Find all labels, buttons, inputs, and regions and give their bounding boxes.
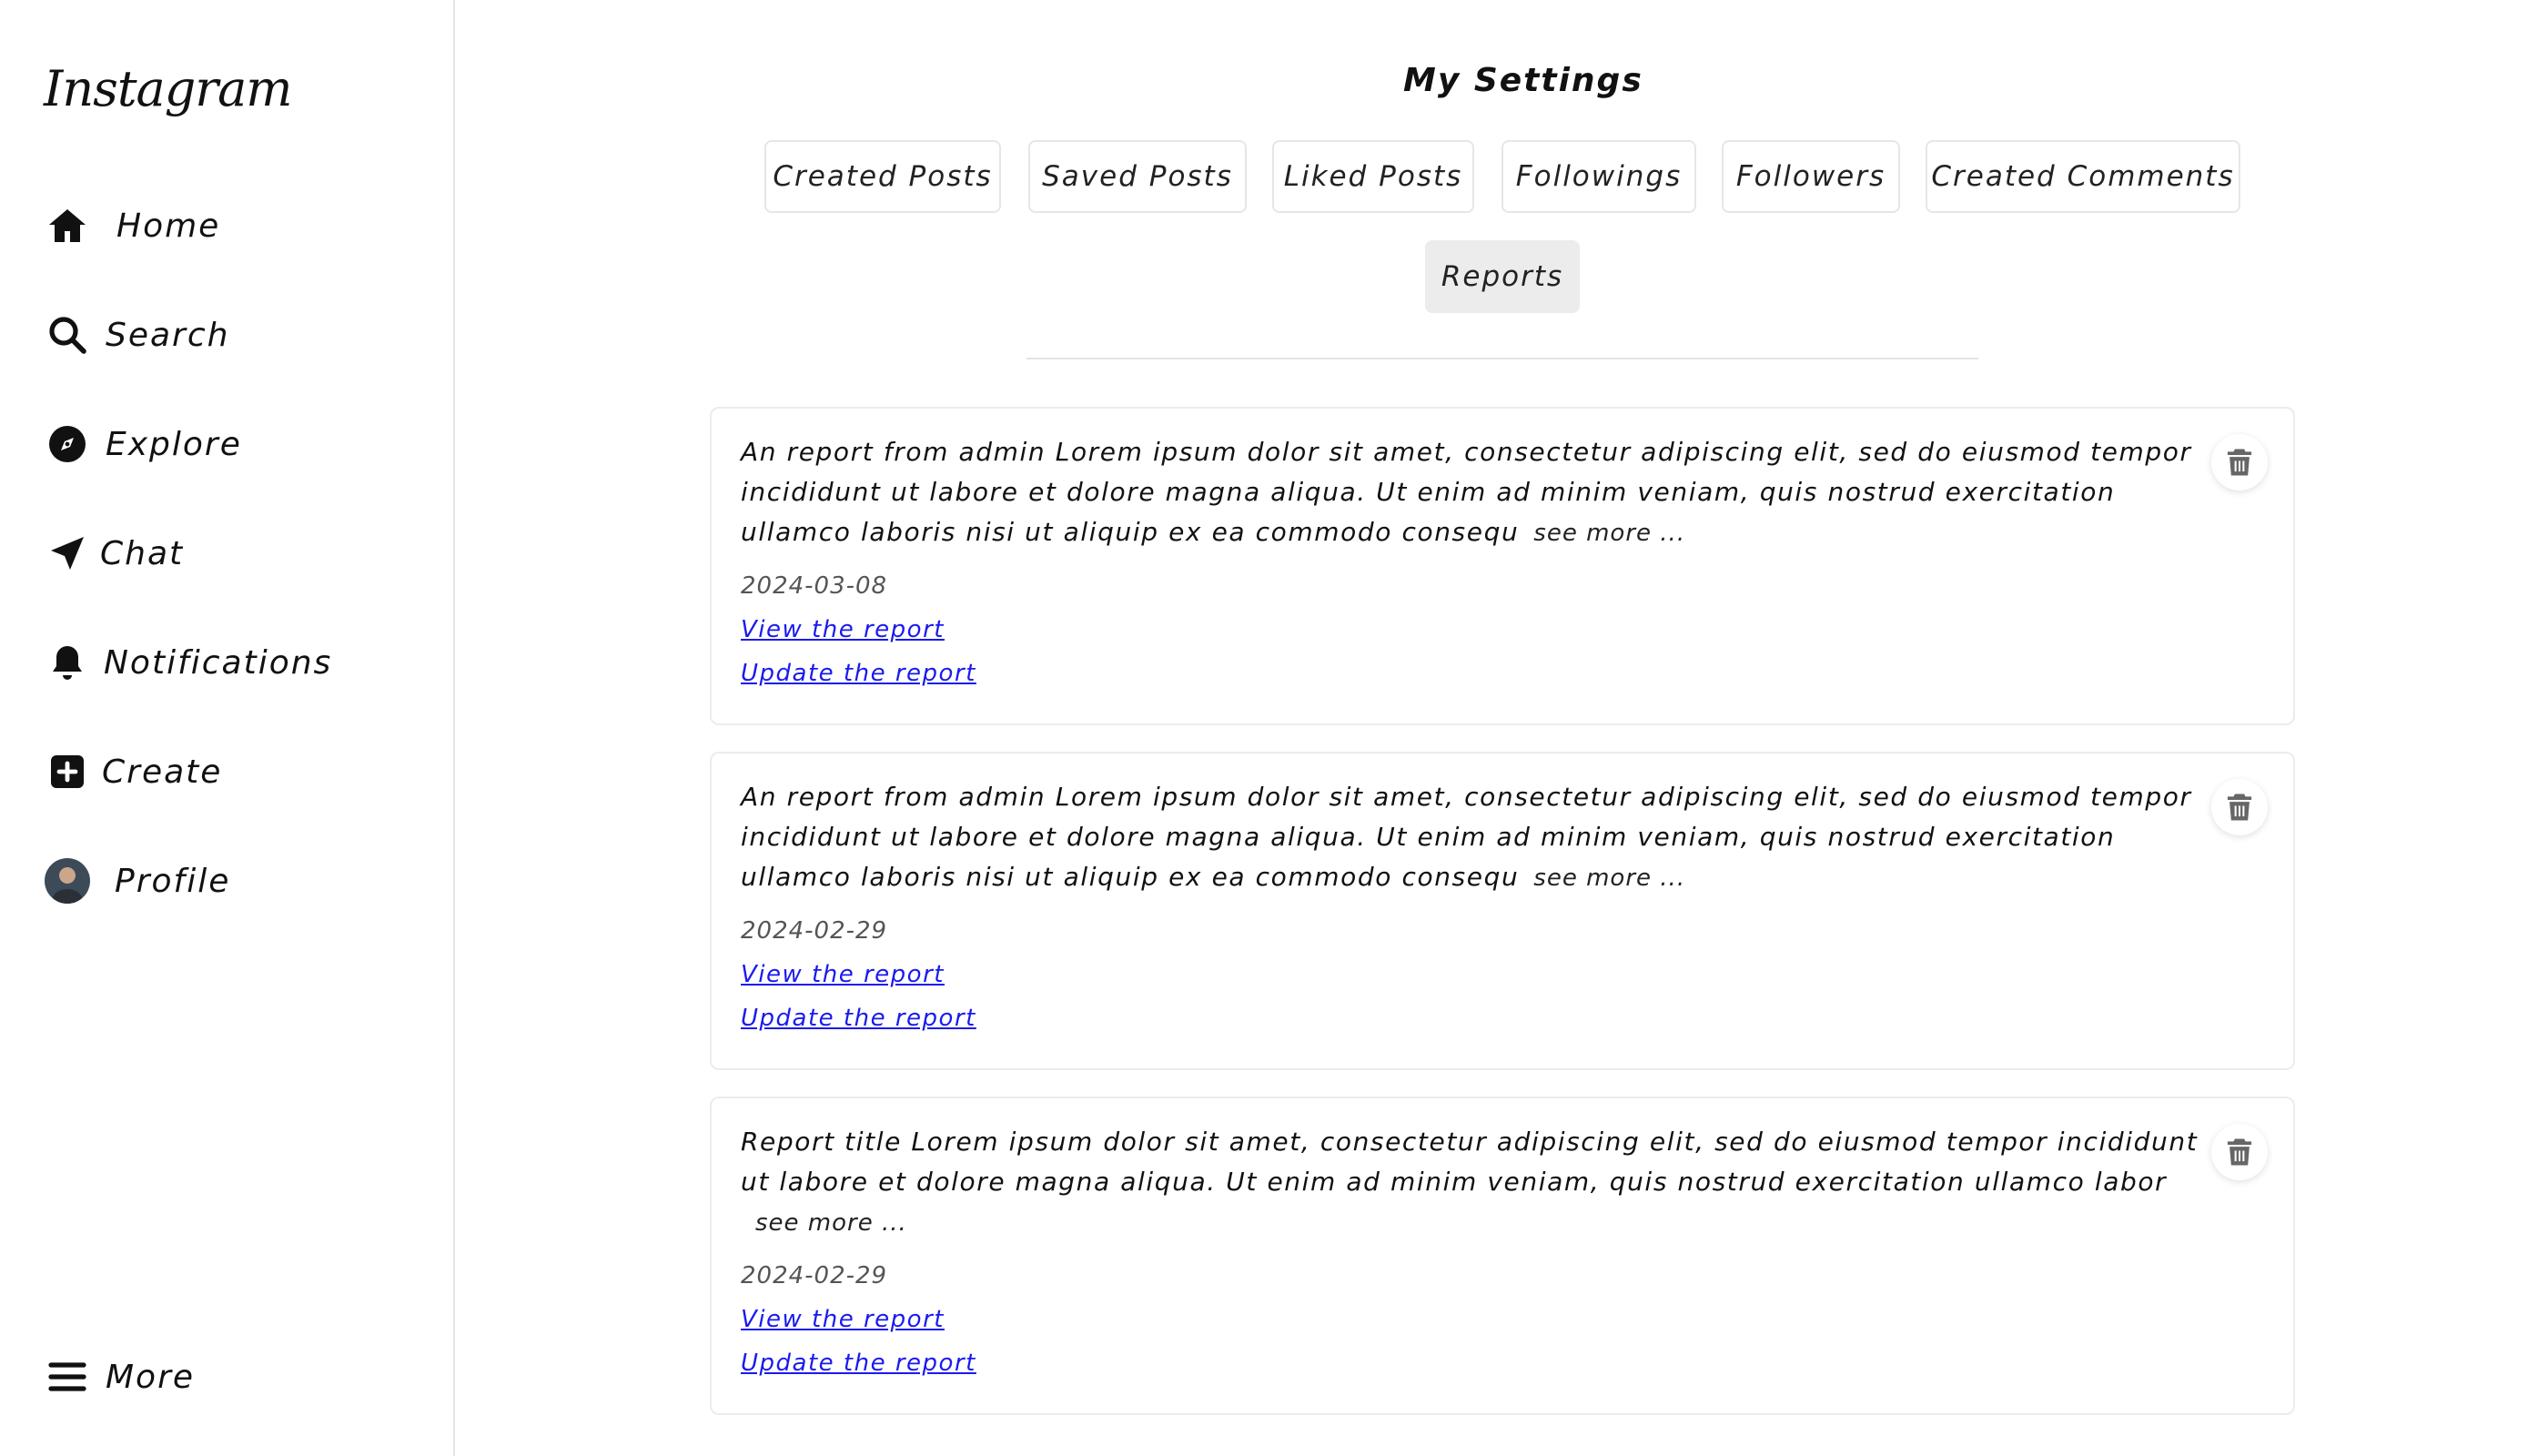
hamburger-icon xyxy=(44,1353,91,1400)
search-icon xyxy=(44,311,91,359)
view-report-link[interactable]: View the report xyxy=(741,616,945,643)
main-content: My Settings Created Posts Saved Posts Li… xyxy=(457,0,2548,1456)
sidebar-item-label: Create xyxy=(102,753,223,791)
see-more-link[interactable]: see more ... xyxy=(755,1209,907,1237)
plus-square-icon xyxy=(44,748,91,795)
report-body: Report title Lorem ipsum dolor sit amet,… xyxy=(741,1127,2199,1197)
sidebar-item-notifications[interactable]: Notifications xyxy=(44,631,332,694)
report-body: An report from admin Lorem ipsum dolor s… xyxy=(741,437,2192,547)
report-card: An report from admin Lorem ipsum dolor s… xyxy=(710,752,2295,1070)
tab-liked-posts[interactable]: Liked Posts xyxy=(1272,140,1474,213)
report-text: Report title Lorem ipsum dolor sit amet,… xyxy=(741,1122,2215,1243)
sidebar-item-more[interactable]: More xyxy=(44,1345,195,1409)
tab-created-comments[interactable]: Created Comments xyxy=(1926,140,2240,213)
report-date: 2024-02-29 xyxy=(741,917,888,945)
sidebar-item-label: Notifications xyxy=(104,643,333,682)
sidebar-item-label: Home xyxy=(116,207,221,245)
view-report-link[interactable]: View the report xyxy=(741,961,945,988)
sidebar-item-chat[interactable]: Chat xyxy=(44,521,184,585)
sidebar-item-profile[interactable]: Profile xyxy=(44,849,230,913)
report-body: An report from admin Lorem ipsum dolor s… xyxy=(741,782,2192,892)
sidebar-item-label: More xyxy=(106,1358,196,1396)
delete-report-button[interactable] xyxy=(2211,1124,2268,1180)
trash-icon xyxy=(2227,1138,2252,1166)
sidebar-item-label: Chat xyxy=(100,534,185,572)
report-card: Report title Lorem ipsum dolor sit amet,… xyxy=(710,1097,2295,1415)
update-report-link[interactable]: Update the report xyxy=(741,1005,976,1032)
tab-reports[interactable]: Reports xyxy=(1425,240,1580,313)
sidebar-item-label: Explore xyxy=(106,425,242,463)
trash-icon xyxy=(2227,449,2252,476)
tab-created-posts[interactable]: Created Posts xyxy=(764,140,1001,213)
paper-plane-icon xyxy=(44,530,91,577)
update-report-link[interactable]: Update the report xyxy=(741,1350,976,1377)
page-title: My Settings xyxy=(1403,62,1643,99)
tab-saved-posts[interactable]: Saved Posts xyxy=(1028,140,1247,213)
sidebar-item-label: Search xyxy=(106,316,230,354)
avatar xyxy=(45,858,90,904)
trash-icon xyxy=(2227,794,2252,821)
bell-icon xyxy=(44,639,91,686)
see-more-link[interactable]: see more ... xyxy=(1533,520,1685,547)
report-date: 2024-02-29 xyxy=(741,1262,888,1289)
avatar-wrapper xyxy=(44,857,91,905)
sidebar-item-search[interactable]: Search xyxy=(44,303,229,367)
sidebar: Instagram Home Search Explore Chat Notif… xyxy=(0,0,455,1456)
sidebar-item-label: Profile xyxy=(115,862,231,900)
delete-report-button[interactable] xyxy=(2211,434,2268,490)
tab-followings[interactable]: Followings xyxy=(1502,140,1696,213)
delete-report-button[interactable] xyxy=(2211,779,2268,835)
see-more-link[interactable]: see more ... xyxy=(1533,864,1685,892)
sidebar-item-explore[interactable]: Explore xyxy=(44,412,242,476)
report-text: An report from admin Lorem ipsum dolor s… xyxy=(741,432,2215,553)
instagram-logo[interactable]: Instagram xyxy=(44,60,292,117)
home-icon xyxy=(44,202,91,249)
view-report-link[interactable]: View the report xyxy=(741,1306,945,1333)
update-report-link[interactable]: Update the report xyxy=(741,660,976,687)
report-card: An report from admin Lorem ipsum dolor s… xyxy=(710,407,2295,725)
tab-followers[interactable]: Followers xyxy=(1722,140,1900,213)
report-date: 2024-03-08 xyxy=(741,572,888,600)
sidebar-item-create[interactable]: Create xyxy=(44,740,222,804)
app-root: Instagram Home Search Explore Chat Notif… xyxy=(0,0,2548,1456)
compass-icon xyxy=(44,420,91,468)
report-text: An report from admin Lorem ipsum dolor s… xyxy=(741,777,2215,898)
divider xyxy=(1026,358,1978,359)
sidebar-item-home[interactable]: Home xyxy=(44,194,220,258)
